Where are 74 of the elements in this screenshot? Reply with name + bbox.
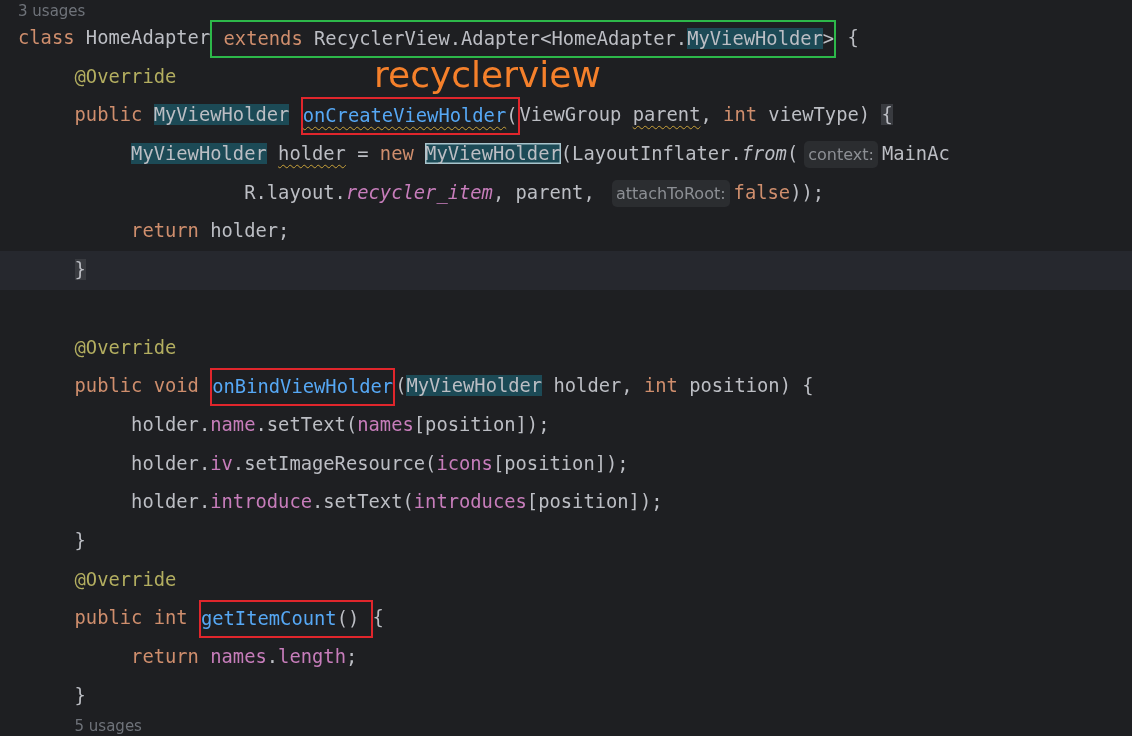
code-text: .setText(: [312, 491, 414, 513]
code-text: names: [357, 413, 414, 435]
code-text: [position]);: [526, 491, 663, 513]
callout-label: recyclerview: [374, 53, 601, 97]
code-text: int: [643, 375, 678, 397]
code-text: [position]);: [492, 452, 629, 474]
code-text: parent: [632, 104, 701, 126]
code-text: =: [357, 143, 369, 165]
code-text: .: [266, 646, 279, 667]
code-text: {: [847, 27, 859, 48]
code-text: }: [74, 684, 86, 706]
usages-link[interactable]: 3 usages: [18, 2, 86, 20]
code-text: R.layout.: [244, 181, 346, 203]
code-text: name: [210, 413, 256, 435]
code-text: >: [822, 27, 835, 49]
code-text: holder;: [210, 220, 290, 242]
code-text: int: [723, 104, 757, 126]
code-text: extends: [223, 27, 303, 49]
code-text: (: [506, 104, 518, 126]
code-text: @Override: [74, 568, 177, 590]
code-text: class: [18, 27, 75, 48]
code-text: public void: [74, 375, 199, 397]
code-text: public: [74, 104, 143, 126]
code-text: MyViewHolder: [131, 143, 267, 165]
code-text: getItemCount: [200, 607, 337, 629]
code-text: MyViewHolder: [687, 27, 823, 49]
code-text: }: [74, 259, 86, 281]
code-text: holder.: [131, 413, 211, 435]
code-text: MyViewHolder: [406, 375, 543, 397]
code-text: ViewGroup: [519, 104, 622, 126]
code-text: (): [336, 607, 360, 629]
code-text: recycler_item: [345, 181, 493, 203]
code-text: (: [786, 143, 799, 165]
code-text: new: [379, 143, 414, 165]
code-text: holder.: [131, 491, 211, 513]
code-text: onCreateViewHolder: [302, 104, 507, 126]
code-text: [position]);: [413, 413, 550, 435]
code-text: length: [278, 646, 346, 667]
code-text: holder,: [553, 375, 633, 397]
parameter-hint: attachToRoot:: [612, 179, 730, 207]
code-text: MainAc: [881, 143, 950, 165]
code-text: iv: [210, 452, 233, 474]
code-text: }: [74, 529, 86, 551]
parameter-hint: context:: [804, 141, 878, 169]
code-text: ;: [345, 646, 358, 667]
code-text: return: [131, 220, 199, 242]
code-text: .setText(: [255, 413, 358, 435]
code-text: holder.: [131, 452, 211, 474]
code-text: onBindViewHolder: [212, 375, 394, 397]
code-text: ));: [790, 181, 825, 203]
code-text: public int: [74, 607, 188, 629]
code-text: introduces: [413, 491, 527, 513]
code-text: false: [733, 181, 791, 203]
code-text: ,: [700, 104, 712, 126]
code-text: MyViewHolder: [153, 104, 290, 126]
code-text: icons: [436, 452, 493, 474]
code-text: position) {: [689, 375, 814, 397]
code-text: return: [131, 646, 199, 667]
code-text: @Override: [74, 336, 177, 358]
code-text: {: [372, 607, 384, 629]
code-text: HomeAdapter: [85, 27, 211, 48]
code-text: @Override: [74, 65, 177, 87]
code-text: RecyclerView.Adapter<HomeAdapter.: [314, 27, 688, 49]
code-text: holder: [278, 143, 346, 165]
code-text: {: [881, 104, 893, 126]
code-text: viewType): [768, 104, 871, 126]
code-text: from: [741, 143, 787, 165]
code-text: , parent,: [492, 181, 595, 203]
code-text: introduce: [210, 491, 312, 513]
code-text: .setImageResource(: [232, 452, 437, 474]
code-text: (LayoutInflater.: [560, 143, 742, 165]
code-text: (: [395, 375, 407, 397]
usages-link[interactable]: 5 usages: [74, 717, 142, 736]
code-text: names: [210, 646, 267, 667]
